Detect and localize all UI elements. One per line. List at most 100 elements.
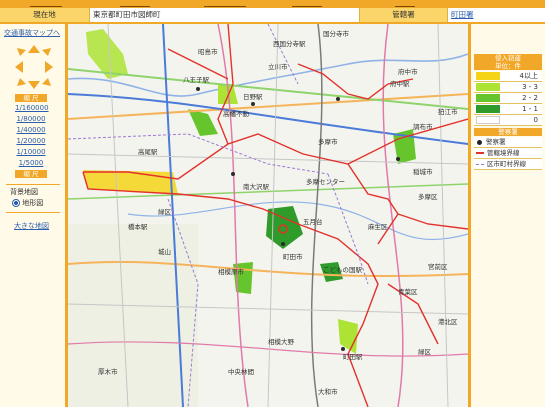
- location-label: 現在地: [0, 8, 90, 22]
- legend-label: 1 - 1: [522, 105, 538, 113]
- map-label: 日野駅: [243, 93, 263, 101]
- map-label: 緑区: [158, 207, 172, 216]
- map-label: 緑区: [418, 347, 432, 356]
- map-label: 相模原市: [218, 267, 245, 276]
- map-label: 町田駅: [343, 353, 363, 361]
- top-tab-4[interactable]: [292, 0, 322, 7]
- scale-title[interactable]: 縮 尺: [15, 94, 47, 102]
- pan-upleft-icon[interactable]: [17, 48, 26, 56]
- map-label: 狛江市: [438, 107, 458, 116]
- office-row: 警察署: [474, 137, 542, 148]
- map-label: 調布市: [413, 122, 433, 131]
- divider: [6, 212, 60, 213]
- map-label: 高幡不動: [223, 109, 250, 118]
- station-label: 管轄署: [360, 8, 448, 22]
- map-label: 立川市: [268, 62, 288, 71]
- top-tab-2[interactable]: [120, 0, 150, 7]
- scale-bottom[interactable]: 縮 尺: [15, 170, 47, 178]
- legend-swatch: [476, 116, 500, 124]
- map-label: 八王子駅: [183, 76, 210, 84]
- legend-title: 侵入窃盗: [474, 54, 542, 62]
- boundary-line-icon: [476, 152, 484, 154]
- map-label: 多摩センター: [306, 177, 345, 186]
- municipal-line-icon: [476, 163, 484, 165]
- legend-swatch: [476, 105, 500, 113]
- map-label: 南大沢駅: [243, 182, 270, 191]
- pan-upright-icon[interactable]: [42, 48, 51, 56]
- office-row: 管轄境界線: [474, 148, 542, 159]
- background-option-label: 地形図: [22, 199, 44, 207]
- left-panel: 交通事故マップへ 縮 尺 1/160000 1/80000 1/40000 1/…: [0, 24, 68, 407]
- pan-downleft-icon[interactable]: [17, 78, 26, 86]
- map-label: 西国分寺駅: [273, 39, 306, 48]
- legend-label: 0: [533, 116, 538, 124]
- scale-option[interactable]: 1/160000: [15, 104, 49, 112]
- map-label: 宮前区: [428, 262, 448, 271]
- station-link[interactable]: 町田署: [448, 8, 545, 22]
- legend-swatch: [476, 83, 500, 91]
- legend-label: 3 - 3: [522, 83, 538, 91]
- scale-option[interactable]: 1/80000: [15, 115, 47, 123]
- map-label: 国分寺市: [323, 29, 350, 38]
- top-nav-bar: [0, 0, 545, 8]
- background-title: 背景地図: [10, 188, 38, 196]
- map-label: 多摩市: [318, 137, 338, 146]
- office-label: 区市町村界線: [487, 160, 526, 168]
- divider: [6, 184, 60, 185]
- map-label: 城山: [158, 247, 171, 256]
- location-value: 東京都町田市図師町: [90, 8, 360, 22]
- pan-arrows: [14, 44, 54, 90]
- pan-down-icon[interactable]: [28, 81, 40, 89]
- map-canvas[interactable]: 国分寺市 西国分寺駅 府中市 府中駅 八王子駅 日野駅 高幡不動 多摩市 稲城市…: [68, 24, 468, 407]
- legend-swatch: [476, 94, 500, 102]
- map-label: 多摩区: [418, 192, 438, 201]
- pan-up-icon[interactable]: [28, 45, 40, 53]
- legend-label: 4以上: [519, 72, 538, 80]
- info-bar: 現在地 東京都町田市図師町 管轄署 町田署: [0, 8, 545, 24]
- office-label: 管轄境界線: [487, 149, 520, 157]
- map-label: 港北区: [438, 317, 458, 326]
- legend-row: 3 - 3: [474, 82, 542, 93]
- map-label: 厚木市: [98, 367, 118, 376]
- legend-row: 1 - 1: [474, 104, 542, 115]
- background-option[interactable]: 地形図: [12, 198, 43, 208]
- scale-option[interactable]: 1/20000: [15, 137, 47, 145]
- pan-downright-icon[interactable]: [42, 78, 51, 86]
- legend-unit: 単位：件: [474, 62, 542, 70]
- pan-left-icon[interactable]: [15, 61, 23, 73]
- office-legend-title: 警察署: [474, 128, 542, 136]
- pan-right-icon[interactable]: [45, 61, 53, 73]
- legend-panel: 侵入窃盗 単位：件 4以上 3 - 3 2 - 2 1 - 1 0 警察署 警察…: [468, 24, 545, 407]
- map-label: 町田市: [283, 252, 303, 261]
- scale-option[interactable]: 1/40000: [15, 126, 47, 134]
- accident-map-link[interactable]: 交通事故マップへ: [4, 28, 60, 38]
- legend-label: 2 - 2: [522, 94, 538, 102]
- office-label: 警察署: [486, 138, 506, 146]
- top-tab-3[interactable]: [204, 0, 246, 7]
- legend-row: 4以上: [474, 71, 542, 82]
- map-label: 昭島市: [198, 47, 218, 56]
- radio-selected-icon[interactable]: [12, 199, 20, 207]
- map-label: こどもの国駅: [323, 266, 363, 274]
- map-label: 五月台: [303, 217, 323, 226]
- legend-row: 0: [474, 115, 542, 126]
- map-label: 高尾駅: [138, 147, 158, 156]
- scale-option[interactable]: 1/10000: [15, 148, 47, 156]
- map-label: 相模大野: [268, 337, 295, 346]
- office-row: 区市町村界線: [474, 159, 542, 170]
- scale-option[interactable]: 1/5000: [15, 159, 47, 167]
- map-label: 府中市: [398, 67, 418, 76]
- top-tab-1[interactable]: [30, 0, 62, 7]
- map-label: 稲城市: [413, 167, 433, 176]
- police-station-icon: [477, 139, 482, 145]
- top-tab-5[interactable]: [395, 0, 415, 7]
- map-label: 橋本駅: [128, 222, 148, 231]
- map-label: 府中駅: [390, 79, 410, 88]
- map-label: 麻生区: [368, 222, 388, 231]
- map-label: 大和市: [318, 387, 338, 396]
- legend-row: 2 - 2: [474, 93, 542, 104]
- large-map-link[interactable]: 大きな地図: [14, 221, 49, 231]
- map-label: 中央林間: [228, 367, 254, 376]
- legend-swatch: [476, 72, 500, 80]
- map-label: 青葉区: [398, 287, 418, 296]
